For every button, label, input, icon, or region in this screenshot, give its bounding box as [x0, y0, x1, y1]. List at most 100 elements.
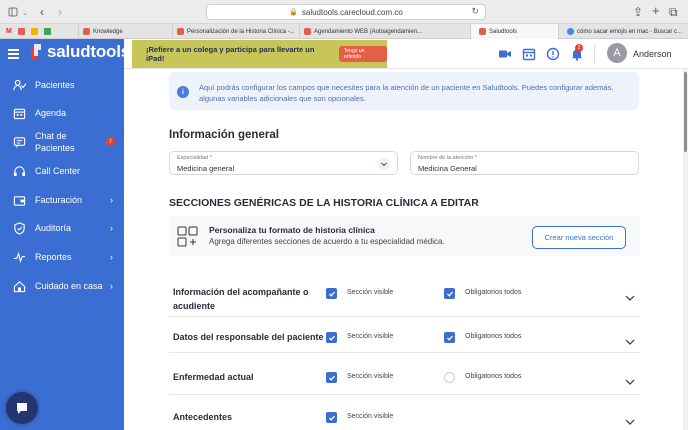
chevron-right-icon: ›	[110, 223, 113, 233]
section-row[interactable]: Enfermedad actual Sección visible Obliga…	[169, 353, 640, 395]
sidebar-item-call-center[interactable]: Call Center	[0, 163, 124, 179]
chevron-down-icon[interactable]	[624, 292, 636, 304]
required-label: Obligatorios todos	[465, 289, 522, 296]
visible-checkbox[interactable]	[326, 288, 337, 299]
section-row[interactable]: Antecedentes Sección visible	[169, 395, 640, 430]
visible-checkbox[interactable]	[326, 412, 337, 423]
sidebar-item-cuidado-en-casa[interactable]: Cuidado en casa ›	[0, 278, 124, 294]
sidebar-item-label: Call Center	[35, 166, 81, 176]
gmail-icon[interactable]: M	[6, 28, 12, 35]
tab-favicon-icon	[479, 28, 486, 35]
support-chat-button[interactable]	[6, 392, 38, 424]
sidebar-item-label: Reportes	[35, 252, 72, 262]
wallet-icon	[13, 195, 26, 206]
section-title: Antecedentes	[173, 412, 233, 422]
users-icon	[13, 79, 26, 90]
tab-saludtools[interactable]: Saludtools	[470, 24, 558, 39]
forward-icon[interactable]: ›	[58, 5, 62, 19]
general-info-title: Información general	[169, 129, 279, 141]
svg-text:⌄: ⌄	[22, 9, 28, 17]
sidebar-item-label: Pacientes	[35, 80, 75, 90]
tab-favicon-icon	[83, 28, 90, 35]
specialty-label: Especialidad *	[177, 155, 212, 161]
chevron-right-icon: ›	[110, 195, 113, 205]
tab-knowledge[interactable]: Knowledge	[78, 24, 172, 39]
tab-label: Knowledge	[93, 28, 123, 35]
attention-value: Medicina General	[418, 164, 477, 173]
shield-icon	[14, 221, 25, 235]
tab-search[interactable]: cómo sacar emojis en mac - Buscar c...	[558, 24, 688, 39]
reload-icon[interactable]: ↻	[471, 6, 479, 17]
referral-banner[interactable]: ¡Refiere a un colega y participa para ll…	[132, 40, 387, 68]
chevron-down-icon[interactable]	[378, 158, 390, 170]
visible-label: Sección visible	[347, 413, 394, 420]
tab-strip: M Knowledge Personalización de la Histor…	[0, 24, 688, 39]
user-name[interactable]: Anderson	[633, 49, 672, 59]
chat-bubble-icon	[17, 403, 27, 414]
visible-checkbox[interactable]	[326, 332, 337, 343]
sidebar-item-label: Facturación	[35, 195, 83, 205]
new-tab-icon[interactable]: +	[652, 3, 660, 18]
create-section-button[interactable]: Crear nueva sección	[532, 226, 626, 249]
info-icon: i	[177, 86, 189, 98]
chevron-down-icon[interactable]	[624, 336, 636, 348]
saludtools-logo-icon	[31, 44, 44, 59]
attention-label: Nombre de la atención *	[418, 155, 478, 161]
alert-icon[interactable]	[546, 47, 560, 61]
required-checkbox[interactable]	[444, 372, 455, 383]
header-divider	[594, 45, 595, 63]
sidebar-item-reportes[interactable]: Reportes ›	[0, 249, 124, 265]
url-text: saludtools.carecloud.com.co	[301, 7, 403, 17]
chevron-down-icon[interactable]	[624, 416, 636, 428]
visible-label: Sección visible	[347, 289, 394, 296]
sidebar-item-pacientes[interactable]: Pacientes	[0, 77, 124, 93]
pinned-tab-icon[interactable]	[30, 28, 38, 35]
tab-overview-icon[interactable]: ⧉	[669, 5, 678, 20]
sidebar-item-auditoria[interactable]: Auditoría ›	[0, 220, 124, 236]
sidebar-item-chat[interactable]: Chat de Pacientes 7	[0, 129, 124, 155]
section-row[interactable]: Datos del responsable del paciente Secci…	[169, 317, 640, 353]
scrollbar-thumb[interactable]	[684, 72, 687, 152]
top-header: ¡Refiere a un colega y participa para ll…	[124, 39, 688, 69]
calendar-icon	[13, 108, 26, 119]
lock-icon: 🔒	[289, 9, 298, 16]
pinned-tab-icon[interactable]	[17, 28, 25, 35]
chevron-down-icon[interactable]	[624, 376, 636, 388]
back-icon[interactable]: ‹	[40, 5, 44, 19]
window-controls-icon[interactable]: ⌄	[0, 0, 60, 24]
specialty-select[interactable]: Especialidad * Medicina general	[169, 151, 398, 175]
tab-label: cómo sacar emojis en mac - Buscar c...	[577, 28, 683, 35]
sidebar-item-label: Agenda	[35, 108, 67, 118]
sidebar-item-label: Auditoría	[35, 223, 72, 233]
menu-icon[interactable]	[8, 49, 19, 61]
url-bar[interactable]: 🔒 saludtools.carecloud.com.co ↻	[206, 4, 486, 20]
required-checkbox[interactable]	[444, 288, 455, 299]
sidebar-item-label: Chat de Pacientes	[35, 131, 75, 153]
avatar[interactable]: A	[607, 43, 627, 63]
required-checkbox[interactable]	[444, 332, 455, 343]
share-icon[interactable]: ⇪	[633, 5, 643, 19]
tab-favicon-icon	[304, 28, 311, 35]
custom-format-title: Personaliza tu formato de historia clíni…	[209, 225, 375, 235]
sidebar-item-label: Cuidado en casa	[35, 281, 103, 291]
google-icon	[567, 28, 574, 35]
notification-badge: 2	[575, 44, 583, 52]
pulse-icon	[13, 251, 26, 263]
referral-button[interactable]: Tengo un referido	[338, 46, 387, 62]
tab-label: Personalización de la Historia Clínica -…	[187, 28, 295, 35]
attention-name-field[interactable]: Nombre de la atención * Medicina General	[410, 151, 639, 175]
main-content: i Aquí podrás configurar los campos que …	[124, 69, 683, 430]
referral-text: ¡Refiere a un colega y participa para ll…	[146, 45, 315, 63]
video-icon[interactable]	[498, 47, 512, 61]
calendar-icon[interactable]	[522, 47, 536, 61]
pinned-tab-icon[interactable]	[43, 28, 51, 35]
tab-personalizacion[interactable]: Personalización de la Historia Clínica -…	[172, 24, 299, 39]
sidebar-item-facturacion[interactable]: Facturación ›	[0, 192, 124, 208]
tab-agendamiento[interactable]: Agendamiento WEB (Autoagendamien...	[299, 24, 470, 39]
section-title: Enfermedad actual	[173, 372, 254, 382]
sidebar: saludtools Pacientes Agenda Chat de Paci…	[0, 39, 130, 430]
section-row[interactable]: Información del acompañante o acudiente …	[169, 278, 640, 317]
chat-icon	[13, 136, 26, 148]
visible-checkbox[interactable]	[326, 372, 337, 383]
sidebar-item-agenda[interactable]: Agenda	[0, 105, 124, 121]
